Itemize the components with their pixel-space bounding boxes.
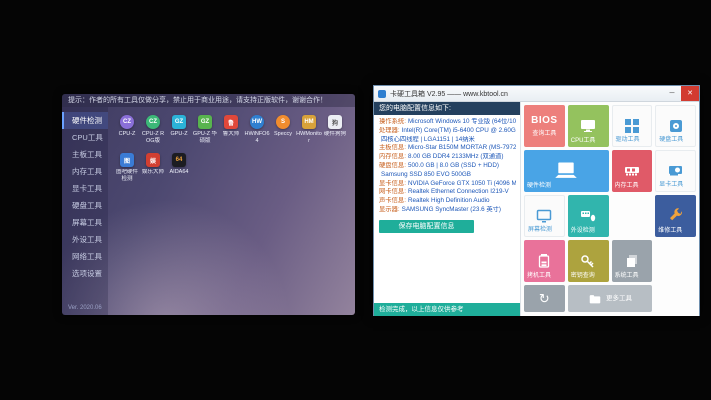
tile-grid: BIOS 查询工具 CPU工具 驱动工具 硬盘工具 硬件检测 内存工具: [521, 102, 699, 316]
tool-hardware-dog[interactable]: 狗 硬件狗狗: [322, 115, 348, 144]
minimize-button[interactable]: ─: [663, 86, 681, 101]
tile-screen-test[interactable]: 屏幕检测: [524, 195, 565, 237]
tile-key-lookup[interactable]: 密钥查询: [568, 240, 609, 282]
info-row-cpu: 处理器:Intel(R) Core(TM) i5-6400 CPU @ 2.60…: [379, 127, 516, 136]
info-row-mainboard: 主板信息:Micro-Star B150M MORTAR (MS-7972): [379, 144, 516, 153]
info-row-monitor: 显示器:SAMSUNG SyncMaster (23.6 英寸): [379, 206, 516, 215]
info-row-gpu: 显卡信息:NVIDIA GeForce GTX 1050 Ti (4096 MB…: [379, 180, 516, 189]
monitor-icon: [580, 118, 596, 134]
kbtool-window: 卡硬工具箱 V2.95 —— www.kbtool.cn ─ ✕ 您的电脑配置信…: [373, 85, 700, 316]
tile-bios[interactable]: BIOS 查询工具: [524, 105, 565, 147]
bios-label: BIOS: [531, 115, 557, 126]
tile-system-tools[interactable]: 系统工具: [612, 240, 653, 282]
disk-icon: [668, 118, 684, 134]
sidebar-item-memory-tools[interactable]: 内存工具: [62, 163, 108, 180]
sidebar-item-screen-tools[interactable]: 屏幕工具: [62, 214, 108, 231]
tile-repair-tools[interactable]: 维修工具: [655, 195, 696, 237]
sidebar-item-peripheral-tools[interactable]: 外设工具: [62, 231, 108, 248]
gpu-z-icon: GZ: [172, 115, 186, 129]
tool-grid: CZ CPU-Z CZ CPU-Z ROG版 GZ GPU-Z GZ GPU-Z…: [108, 107, 355, 315]
tile-refresh[interactable]: ↻: [524, 285, 565, 312]
cpu-z-icon: CZ: [120, 115, 134, 129]
keyboard-mouse-icon: [580, 208, 596, 224]
tile-peripheral-test[interactable]: 外设检测: [568, 195, 609, 237]
sidebar-item-disk-tools[interactable]: 硬盘工具: [62, 197, 108, 214]
cpu-z-rog-icon: CZ: [146, 115, 160, 129]
save-config-button[interactable]: 保存电脑配置信息: [379, 220, 474, 233]
hardware-dog-icon: 狗: [328, 115, 342, 129]
toolbox-window: 提示：作者的所有工具仅做分享，禁止用于商业用途，请支持正版软件，谢谢合作！ 硬件…: [62, 94, 355, 315]
tool-gpu-z-asus[interactable]: GZ GPU-Z 华硕版: [192, 115, 218, 144]
info-row-memory: 内存信息:8.00 GB DDR4 2133MHz (双通道): [379, 153, 516, 162]
tool-cpu-z[interactable]: CZ CPU-Z: [114, 115, 140, 144]
tile-cpu-tools[interactable]: CPU工具: [568, 105, 609, 147]
copy-icon: [624, 253, 640, 269]
tool-aida64[interactable]: 64 AIDA64: [166, 153, 192, 182]
info-row-disk: 硬盘信息:500.0 GB | 8.0 GB (SSD + HDD): [379, 162, 516, 171]
speccy-icon: S: [276, 115, 290, 129]
screen-icon: [536, 208, 552, 224]
info-row-audio: 声卡信息:Realtek High Definition Audio: [379, 197, 516, 206]
info-row-os: 操作系统:Microsoft Windows 10 专业版 (64位/10240…: [379, 118, 516, 127]
aida64-icon: 64: [172, 153, 186, 167]
sidebar-item-mainboard-tools[interactable]: 主板工具: [62, 146, 108, 163]
window-title: 卡硬工具箱 V2.95 —— www.kbtool.cn: [390, 89, 663, 99]
tile-memory-tools[interactable]: 内存工具: [612, 150, 653, 192]
folder-icon: [588, 292, 602, 306]
notice-bar: 提示：作者的所有工具仅做分享，禁止用于商业用途，请支持正版软件，谢谢合作！: [62, 94, 355, 107]
tool-gpu-z[interactable]: GZ GPU-Z: [166, 115, 192, 144]
grid-icon: [624, 118, 640, 134]
sidebar-item-settings[interactable]: 选项设置: [62, 265, 108, 282]
sidebar-item-hardware-detect[interactable]: 硬件检测: [62, 112, 108, 129]
key-icon: [580, 253, 596, 269]
yule-master-icon: 娱: [146, 153, 160, 167]
info-row-cpu-detail: 四核心四线程 | LGA1151 | 14纳米: [379, 136, 516, 145]
tuba-detect-icon: 图: [120, 153, 134, 167]
hwmonitor-icon: HM: [302, 115, 316, 129]
tool-tuba-detect[interactable]: 图 图吧硬件检测: [114, 153, 140, 182]
tile-burn-in-tools[interactable]: 拷机工具: [524, 240, 565, 282]
tool-speccy[interactable]: S Speccy: [270, 115, 296, 144]
tool-cpu-z-rog[interactable]: CZ CPU-Z ROG版: [140, 115, 166, 144]
laptop-icon: [553, 161, 579, 181]
sidebar: 硬件检测 CPU工具 主板工具 内存工具 显卡工具 硬盘工具 屏幕工具 外设工具…: [62, 107, 108, 315]
version-label: Ver. 2020.06: [68, 305, 102, 311]
tool-hwmonitor[interactable]: HM HWMonitor: [296, 115, 322, 144]
refresh-icon: ↻: [539, 292, 550, 305]
tile-gpu-tools[interactable]: 显卡工具: [655, 150, 696, 192]
status-bar: 检测完成，以上信息仅供参考: [374, 303, 520, 316]
wrench-icon: [668, 208, 684, 224]
close-button[interactable]: ✕: [681, 86, 699, 101]
tool-ludashi[interactable]: 鲁 鲁大师: [218, 115, 244, 144]
tool-yule-master[interactable]: 娱 娱乐大师: [140, 153, 166, 182]
battery-icon: [536, 253, 552, 269]
tile-disk-tools[interactable]: 硬盘工具: [655, 105, 696, 147]
gpu-z-asus-icon: GZ: [198, 115, 212, 129]
ludashi-icon: 鲁: [224, 115, 238, 129]
titlebar: 卡硬工具箱 V2.95 —— www.kbtool.cn ─ ✕: [374, 86, 699, 102]
tile-more-tools[interactable]: 更多工具: [568, 285, 653, 312]
sidebar-item-gpu-tools[interactable]: 显卡工具: [62, 180, 108, 197]
system-info-panel: 您的电脑配置信息如下: 操作系统:Microsoft Windows 10 专业…: [374, 102, 521, 316]
tile-hardware-detect[interactable]: 硬件检测: [524, 150, 609, 192]
sidebar-item-network-tools[interactable]: 网络工具: [62, 248, 108, 265]
tool-hwinfo[interactable]: HW HWiNFO64: [244, 115, 270, 144]
hwinfo-icon: HW: [250, 115, 264, 129]
info-row-disk-detail: Samsung SSD 850 EVO 500GB: [379, 171, 516, 180]
sidebar-item-cpu-tools[interactable]: CPU工具: [62, 129, 108, 146]
gpu-icon: [668, 163, 684, 179]
app-icon: [378, 90, 386, 98]
tile-driver-tools[interactable]: 驱动工具: [612, 105, 653, 147]
info-row-nic: 网卡信息:Realtek Ethernet Connection I219-V: [379, 188, 516, 197]
info-panel-header: 您的电脑配置信息如下:: [374, 102, 520, 115]
ram-icon: [624, 163, 640, 179]
